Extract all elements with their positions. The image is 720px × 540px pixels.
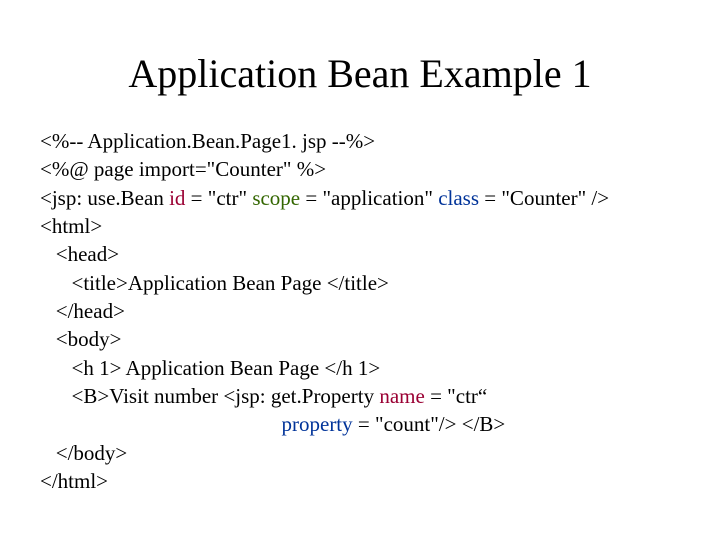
code-text: <jsp: use.Bean — [40, 186, 169, 210]
code-line-8: <body> — [40, 327, 121, 351]
keyword-id: id — [169, 186, 185, 210]
code-text: = "application" — [300, 186, 438, 210]
code-text: = "Counter" /> — [479, 186, 609, 210]
slide: Application Bean Example 1 <%-- Applicat… — [0, 0, 720, 495]
code-line-9: <h 1> Application Bean Page </h 1> — [40, 356, 380, 380]
code-line-6: <title>Application Bean Page </title> — [40, 271, 389, 295]
keyword-property: property — [282, 412, 353, 436]
keyword-class: class — [438, 186, 479, 210]
code-line-2: <%@ page import="Counter" %> — [40, 157, 326, 181]
code-text — [40, 412, 282, 436]
slide-title: Application Bean Example 1 — [40, 50, 680, 97]
code-line-12: </body> — [40, 441, 127, 465]
code-text: = "ctr" — [185, 186, 252, 210]
code-line-5: <head> — [40, 242, 119, 266]
code-line-4: <html> — [40, 214, 102, 238]
keyword-scope: scope — [252, 186, 300, 210]
keyword-name: name — [379, 384, 424, 408]
code-line-10: <B>Visit number <jsp: get.Property name … — [40, 384, 487, 408]
code-line-1: <%-- Application.Bean.Page1. jsp --%> — [40, 129, 375, 153]
code-text: <B>Visit number <jsp: get.Property — [40, 384, 379, 408]
code-line-7: </head> — [40, 299, 125, 323]
code-text: = "count"/> </B> — [353, 412, 506, 436]
code-text: = "ctr“ — [425, 384, 487, 408]
code-line-13: </html> — [40, 469, 108, 493]
code-line-11: property = "count"/> </B> — [40, 412, 505, 436]
code-block: <%-- Application.Bean.Page1. jsp --%> <%… — [40, 127, 680, 495]
code-line-3: <jsp: use.Bean id = "ctr" scope = "appli… — [40, 186, 609, 210]
